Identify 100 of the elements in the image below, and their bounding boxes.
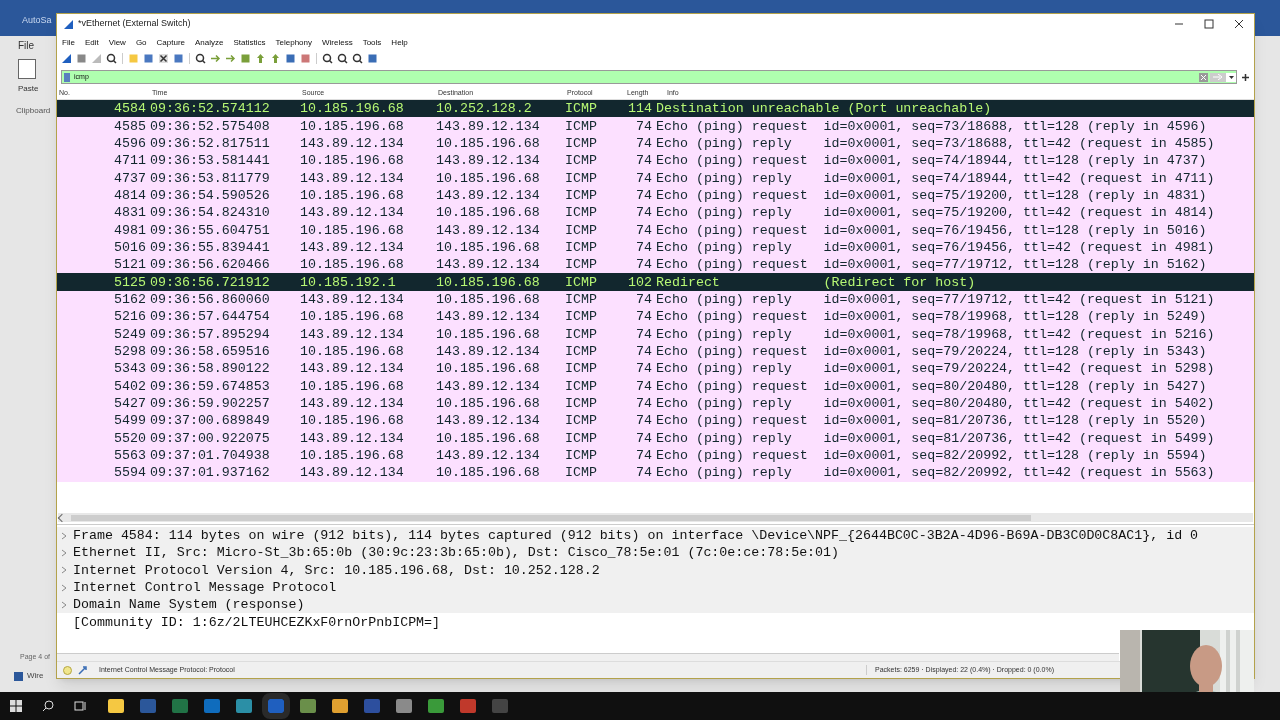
table-cell-text: 4711 [113, 153, 146, 169]
table-cell-text: 74 [635, 465, 652, 481]
packet-row[interactable]: 4585 09:36:52.575408 10.185.196.68 143.89.12.134 ICMP 74 Echo (ping) request id=0x0001, seq=73/18688, ttl=128 (reply in 4596) [57, 117, 1254, 135]
clear-icon[interactable] [1199, 72, 1208, 82]
table-cell-text: 09:36:57.895294 [149, 326, 271, 342]
table-cell-text: 10.185.196.68 [436, 205, 541, 221]
table-cell-text: 143.89.12.134 [436, 413, 541, 429]
table-cell-text: 4737 [113, 170, 146, 186]
packet-row[interactable]: 4737 09:36:53.811779 143.89.12.134 10.185.196.68 ICMP 74 Echo (ping) reply id=0x0001, seq=74/18944, ttl=42 (request in 4711) [57, 169, 1254, 187]
windows-start-icon[interactable] [10, 700, 22, 712]
packet-row[interactable]: 5216 09:36:57.644754 10.185.196.68 143.89.12.134 ICMP 74 Echo (ping) request id=0x0001, seq=78/19968, ttl=128 (reply in 5249) [57, 308, 1254, 326]
menu-item[interactable]: Tools [362, 36, 382, 49]
first-icon[interactable] [255, 53, 266, 64]
table-cell-text: ICMP [565, 239, 598, 255]
packet-row[interactable]: 5125 09:36:56.721912 10.185.192.1 10.185.196.68 ICMP 102 Redirect (Redirect for host) [57, 273, 1254, 291]
stop-icon[interactable] [76, 53, 87, 64]
menu-item[interactable]: Telephony [275, 36, 312, 49]
table-cell-text: 10.185.196.68 [436, 135, 541, 151]
table-cell-text: Destination unreachable (Port unreachable) [655, 101, 992, 117]
packet-row[interactable]: 4584 09:36:52.574112 10.185.196.68 10.252.128.2 ICMP 114 Destination unreachable (Port unreachable) [57, 100, 1254, 118]
bookmark-icon[interactable] [64, 72, 70, 82]
menu-item[interactable]: Analyze [195, 36, 224, 49]
menu-item[interactable]: File [62, 36, 75, 49]
table-cell-text: 4981 [113, 222, 146, 238]
packet-row[interactable]: 4831 09:36:54.824310 143.89.12.134 10.185.196.68 ICMP 74 Echo (ping) reply id=0x0001, seq=75/19200, ttl=42 (request in 4814) [57, 204, 1254, 222]
table-cell-text: 10.185.196.68 [300, 309, 405, 325]
detail-row[interactable]: Ethernet II, Src: Micro-St_3b:65:0b (30:9c:23:3b:65:0b), Dst: Cisco_78:5e:01 (7c:0e:ce:78:5e:01) [57, 544, 1254, 562]
table-cell-text: 09:36:53.811779 [149, 170, 271, 186]
table-cell-text: Echo (ping) reply id=0x0001, seq=80/20480, ttl=42 (request in 5402) [655, 396, 1215, 411]
search-icon[interactable] [195, 53, 206, 64]
packet-row[interactable]: 5499 09:37:00.689849 10.185.196.68 143.89.12.134 ICMP 74 Echo (ping) request id=0x0001, seq=81/20736, ttl=128 (reply in 5520) [57, 412, 1254, 430]
table-cell-text: 09:36:52.817511 [149, 135, 271, 151]
packet-row[interactable]: 5249 09:36:57.895294 143.89.12.134 10.185.196.68 ICMP 74 Echo (ping) reply id=0x0001, seq=78/19968, ttl=42 (request in 5216) [57, 325, 1254, 343]
packet-row[interactable]: 5594 09:37:01.937162 143.89.12.134 10.185.196.68 ICMP 74 Echo (ping) reply id=0x0001, seq=82/20992, ttl=42 (request in 5563) [57, 464, 1254, 482]
packet-row[interactable]: 4981 09:36:55.604751 10.185.196.68 143.89.12.134 ICMP 74 Echo (ping) request id=0x0001, seq=76/19456, ttl=128 (reply in 5016) [57, 221, 1254, 239]
maximize-icon [1204, 19, 1214, 29]
menu-item[interactable]: Help [391, 36, 408, 49]
document-icon [14, 671, 23, 681]
table-cell-text: 5125 [113, 274, 146, 290]
menu-item[interactable]: Capture [156, 36, 186, 49]
table-cell-text: 10.185.196.68 [436, 170, 541, 186]
menu-item[interactable]: Go [135, 36, 147, 49]
table-cell-text: 10.185.196.68 [436, 326, 541, 342]
ribbon-group-label: Clipboard [16, 105, 51, 117]
shark-fin-icon [63, 18, 74, 30]
detail-row[interactable]: [Community ID: 1:6z/2LTEUHCEZKxF0rnOrPnbICPM=] [57, 613, 1254, 631]
table-cell-text: 143.89.12.134 [300, 326, 405, 342]
table-cell-text: 10.185.196.68 [436, 465, 541, 481]
detail-row[interactable]: Domain Name System (response) [57, 596, 1254, 614]
table-cell-text: 74 [635, 205, 652, 221]
zoom-out-icon[interactable] [337, 53, 348, 64]
dropdown-caret-icon[interactable] [1226, 72, 1236, 82]
detail-row[interactable]: Frame 4584: 114 bytes on wire (912 bits), 114 bytes captured (912 bits) on interface \Device\NPF_{2644BC0C-3B2A-4D96-B69A-DB3C0D0C8AC1}, id 0 [57, 527, 1254, 545]
close-icon [1234, 19, 1244, 29]
packet-row[interactable]: 4711 09:36:53.581441 10.185.196.68 143.89.12.134 ICMP 74 Echo (ping) request id=0x0001, seq=74/18944, ttl=128 (reply in 4737) [57, 152, 1254, 170]
last-icon[interactable] [270, 53, 281, 64]
forward-arrow-icon[interactable] [225, 53, 236, 64]
plus-icon[interactable] [1241, 72, 1250, 82]
table-cell-text: 143.89.12.134 [436, 153, 541, 169]
menu-item[interactable]: Edit [84, 36, 99, 49]
table-cell-text: 5162 [113, 291, 146, 307]
table-cell-text: 09:36:56.860060 [149, 291, 271, 307]
menu-item[interactable]: Wireless [322, 36, 353, 49]
table-cell-text: 5499 [113, 413, 146, 429]
table-cell-text: 143.89.12.134 [436, 118, 541, 134]
table-cell-text: ICMP [565, 170, 598, 186]
table-cell-text: ICMP [565, 413, 598, 429]
table-cell-text: 09:36:58.659516 [149, 344, 271, 359]
document-label: Wire [27, 670, 44, 682]
close-file-icon[interactable] [158, 53, 169, 64]
zoom-in-icon[interactable] [322, 53, 333, 64]
menu-item[interactable]: View [108, 36, 126, 49]
table-cell-text: Echo (ping) request id=0x0001, seq=73/18688, ttl=128 (reply in 4596) [655, 118, 1207, 134]
table-cell-text: ICMP [565, 101, 598, 117]
table-cell-text: 143.89.12.134 [436, 448, 541, 464]
table-cell-text: Echo (ping) request id=0x0001, seq=82/20992, ttl=128 (reply in 5594) [655, 448, 1207, 464]
horizontal-scrollbar[interactable] [58, 513, 1253, 522]
table-cell-text: 09:37:00.922075 [149, 430, 271, 446]
table-cell-text: 4584 [113, 101, 146, 117]
table-cell-text: ICMP [565, 118, 598, 134]
table-cell-text: Echo (ping) reply id=0x0001, seq=78/19968, ttl=42 (request in 5216) [655, 326, 1215, 342]
table-cell-text: 5563 [113, 448, 146, 464]
scrollbar-thumb[interactable] [71, 514, 1031, 521]
table-cell-text: 5216 [113, 309, 146, 325]
task-view-icon[interactable] [74, 700, 86, 712]
packet-row[interactable]: 5121 09:36:56.620466 10.185.196.68 143.89.12.134 ICMP 74 Echo (ping) request id=0x0001, seq=77/19712, ttl=128 (reply in 5162) [57, 256, 1254, 274]
table-cell-text: 10.185.196.68 [300, 344, 405, 359]
table-cell-text: 09:37:01.704938 [149, 448, 271, 464]
table-cell-text: 143.89.12.134 [300, 291, 405, 307]
search-icon[interactable] [42, 700, 54, 712]
table-cell-text: 10.185.196.68 [300, 118, 405, 134]
zoom-reset-icon[interactable] [352, 53, 363, 64]
table-cell-text: 10.185.196.68 [300, 257, 405, 273]
menu-item[interactable]: File [18, 38, 35, 53]
shark-fin-icon[interactable] [61, 53, 72, 64]
packet-row[interactable]: 5343 09:36:58.890122 143.89.12.134 10.185.196.68 ICMP 74 Echo (ping) reply id=0x0001, seq=79/20224, ttl=42 (request in 5298) [57, 360, 1254, 378]
table-cell-text: ICMP [565, 378, 598, 394]
table-cell-text: 74 [635, 361, 652, 377]
menu-item[interactable]: Statistics [233, 36, 266, 49]
table-cell-text: 10.185.196.68 [300, 448, 405, 464]
